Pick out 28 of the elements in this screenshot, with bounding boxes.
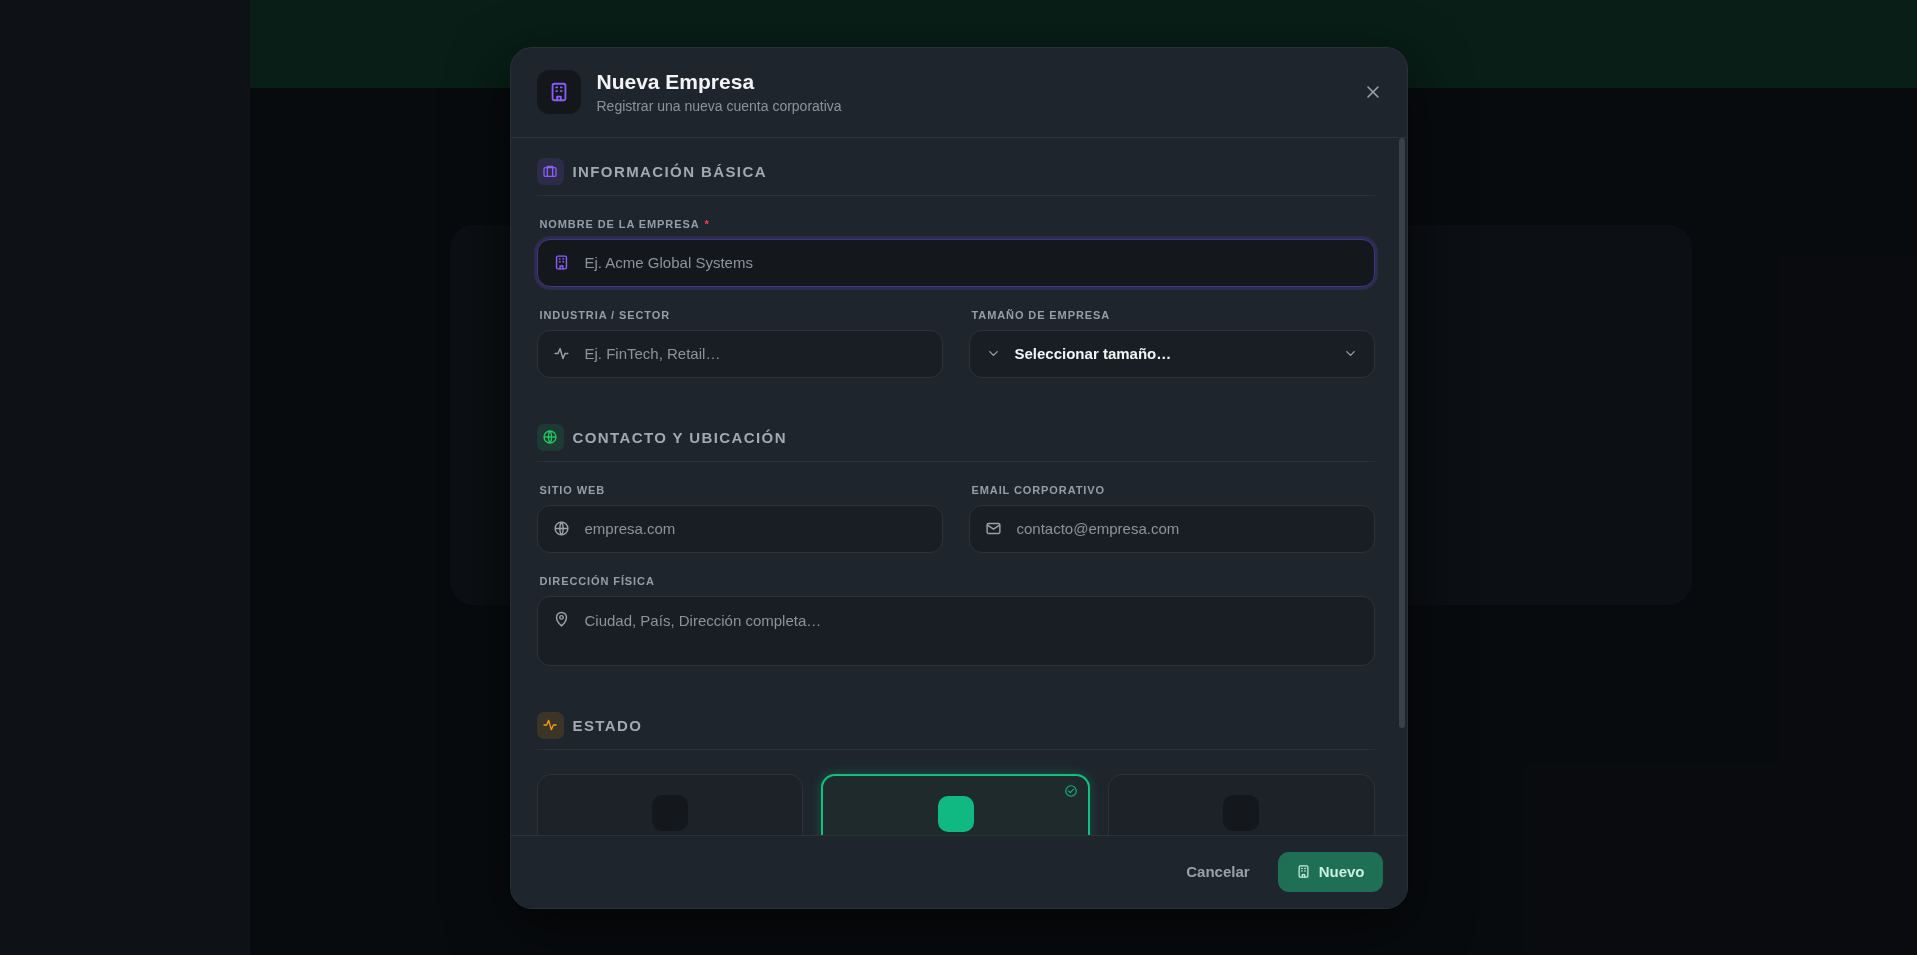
- section-title: CONTACTO Y UBICACIÓN: [572, 428, 787, 446]
- building-icon: [1295, 864, 1311, 879]
- submit-button[interactable]: Nuevo: [1277, 851, 1383, 892]
- section-title: ESTADO: [572, 716, 643, 734]
- field-label: SITIO WEB: [539, 483, 606, 496]
- cancel-button[interactable]: Cancelar: [1180, 855, 1256, 888]
- field-label: DIRECCIÓN FÍSICA: [539, 574, 655, 587]
- pulse-icon: [552, 345, 570, 362]
- scrollbar[interactable]: [1398, 137, 1405, 728]
- section-title: INFORMACIÓN BÁSICA: [572, 162, 767, 180]
- input-field[interactable]: empresa.com: [536, 504, 943, 553]
- field-label: INDUSTRIA / SECTOR: [539, 308, 670, 321]
- field-label: TAMAÑO DE EMPRESA: [971, 308, 1111, 321]
- globe-icon: [552, 520, 570, 537]
- building-icon: [536, 70, 581, 114]
- input-field[interactable]: Ej. FinTech, Retail…: [536, 329, 943, 378]
- close-icon[interactable]: [1364, 84, 1381, 100]
- check-circle-icon: [1063, 783, 1078, 798]
- required-mark: *: [704, 217, 709, 230]
- dialog-subtitle: Registrar una nueva cuenta corporativa: [596, 98, 843, 114]
- input-field[interactable]: contacto@empresa.com: [968, 504, 1375, 553]
- input-field[interactable]: Ej. Acme Global Systems: [536, 238, 1375, 287]
- address-field[interactable]: Ciudad, País, Dirección completa…: [536, 595, 1375, 666]
- dialog-title: Nueva Empresa: [596, 70, 756, 94]
- mail-icon: [984, 520, 1002, 537]
- field-label: EMAIL CORPORATIVO: [971, 483, 1105, 496]
- field-label: NOMBRE DE LA EMPRESA: [539, 217, 700, 230]
- size-dropdown[interactable]: Seleccionar tamaño…: [968, 329, 1375, 378]
